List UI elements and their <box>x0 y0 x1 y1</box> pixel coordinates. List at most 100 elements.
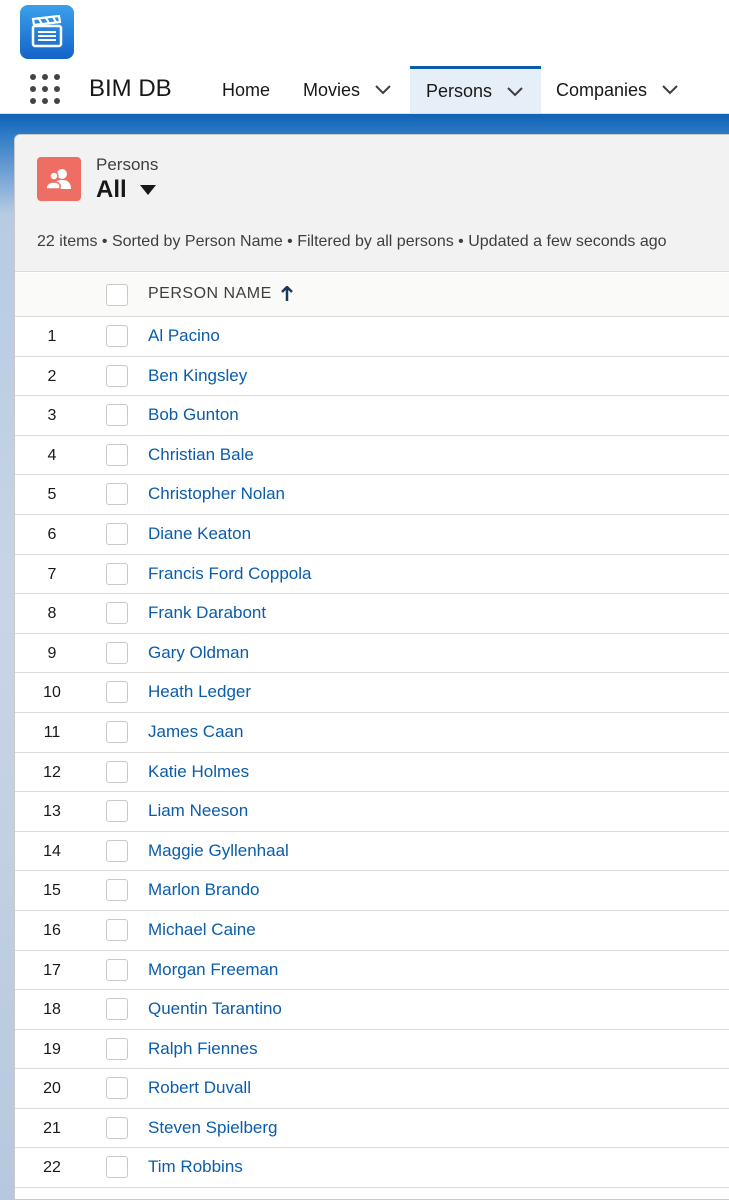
row-checkbox[interactable] <box>106 443 128 466</box>
tab-companies-label: Companies <box>556 79 648 100</box>
table-row: 16 Michael Caine <box>15 911 729 951</box>
person-name-link[interactable]: Quentin Tarantino <box>148 999 282 1019</box>
person-name-link[interactable]: Christopher Nolan <box>148 484 285 504</box>
tab-home-label: Home <box>222 79 271 100</box>
tab-persons-label: Persons <box>426 81 493 101</box>
row-checkbox[interactable] <box>106 1156 128 1179</box>
row-checkbox[interactable] <box>106 483 128 506</box>
person-name-link[interactable]: Al Pacino <box>148 326 220 346</box>
row-checkbox[interactable] <box>106 839 128 862</box>
list-view-card: Persons All 22 items • Sorted by Person … <box>14 134 729 1200</box>
tab-movies[interactable]: Movies <box>303 66 392 114</box>
table-row: 19 Ralph Fiennes <box>15 1030 729 1070</box>
person-name-link[interactable]: Robert Duvall <box>148 1078 251 1098</box>
person-name-link[interactable]: Tim Robbins <box>148 1157 243 1177</box>
app-launcher-icon[interactable] <box>30 74 60 104</box>
person-name-link[interactable]: Diane Keaton <box>148 524 251 544</box>
row-checkbox[interactable] <box>106 404 128 427</box>
row-number: 4 <box>47 446 57 464</box>
row-checkbox[interactable] <box>106 325 128 347</box>
column-header-label: PERSON NAME <box>148 285 272 302</box>
row-checkbox[interactable] <box>106 760 128 783</box>
table-row: 5 Christopher Nolan <box>15 475 729 515</box>
row-checkbox[interactable] <box>106 879 128 902</box>
person-name-link[interactable]: Liam Neeson <box>148 801 248 821</box>
tab-persons[interactable]: Persons <box>410 66 541 114</box>
row-checkbox[interactable] <box>106 998 128 1021</box>
person-name-link[interactable]: Morgan Freeman <box>148 960 278 980</box>
person-name-link[interactable]: Michael Caine <box>148 920 256 940</box>
person-name-link[interactable]: James Caan <box>148 722 243 742</box>
person-name-link[interactable]: Ben Kingsley <box>148 366 247 386</box>
row-number: 7 <box>47 565 57 583</box>
row-checkbox[interactable] <box>106 641 128 664</box>
row-number: 20 <box>43 1080 61 1098</box>
row-number: 6 <box>47 525 57 543</box>
person-name-link[interactable]: Frank Darabont <box>148 603 266 623</box>
list-summary: 22 items • Sorted by Person Name • Filte… <box>37 233 667 250</box>
row-checkbox[interactable] <box>106 364 128 387</box>
tab-home[interactable]: Home <box>222 66 270 114</box>
row-checkbox[interactable] <box>106 562 128 585</box>
clapperboard-icon <box>31 15 63 48</box>
persons-object-icon <box>37 157 81 201</box>
row-checkbox[interactable] <box>106 1077 128 1100</box>
person-name-link[interactable]: Katie Holmes <box>148 762 249 782</box>
table-row: 7 Francis Ford Coppola <box>15 555 729 595</box>
app-logo[interactable] <box>20 5 74 59</box>
chevron-down-icon[interactable] <box>506 86 524 98</box>
tab-movies-label: Movies <box>303 79 361 100</box>
table-row: 9 Gary Oldman <box>15 634 729 674</box>
table-row: 21 Steven Spielberg <box>15 1109 729 1149</box>
table-row: 18 Quentin Tarantino <box>15 990 729 1030</box>
person-name-link[interactable]: Steven Spielberg <box>148 1118 277 1138</box>
caret-down-icon[interactable] <box>139 184 157 196</box>
app-name: BIM DB <box>89 75 172 102</box>
list-view-header: Persons All 22 items • Sorted by Person … <box>15 135 729 272</box>
row-number: 22 <box>43 1159 61 1177</box>
row-number: 21 <box>43 1119 61 1137</box>
person-name-link[interactable]: Gary Oldman <box>148 643 249 663</box>
column-header-person-name[interactable]: PERSON NAME <box>148 285 294 303</box>
row-checkbox[interactable] <box>106 522 128 545</box>
row-number: 5 <box>47 486 57 504</box>
table-row: 15 Marlon Brando <box>15 871 729 911</box>
person-name-link[interactable]: Heath Ledger <box>148 682 251 702</box>
table-row: 8 Frank Darabont <box>15 594 729 634</box>
chevron-down-icon[interactable] <box>661 84 679 96</box>
row-checkbox[interactable] <box>106 602 128 625</box>
row-checkbox[interactable] <box>106 918 128 941</box>
chevron-down-icon[interactable] <box>374 84 392 96</box>
person-name-link[interactable]: Francis Ford Coppola <box>148 564 311 584</box>
object-label: Persons <box>96 155 159 174</box>
row-checkbox[interactable] <box>106 720 128 743</box>
select-all-checkbox[interactable] <box>106 284 128 306</box>
row-checkbox[interactable] <box>106 1116 128 1139</box>
table-row: 11 James Caan <box>15 713 729 753</box>
row-number: 19 <box>43 1040 61 1058</box>
row-number: 11 <box>43 723 61 741</box>
table-row: 14 Maggie Gyllenhaal <box>15 832 729 872</box>
tab-companies[interactable]: Companies <box>556 66 679 114</box>
view-name: All <box>96 176 127 203</box>
person-name-link[interactable]: Ralph Fiennes <box>148 1039 258 1059</box>
row-number: 15 <box>43 882 61 900</box>
row-checkbox[interactable] <box>106 681 128 704</box>
row-number: 12 <box>43 763 61 781</box>
row-number: 3 <box>47 407 57 425</box>
person-name-link[interactable]: Bob Gunton <box>148 405 239 425</box>
table-row: 12 Katie Holmes <box>15 753 729 793</box>
row-checkbox[interactable] <box>106 1037 128 1060</box>
person-name-link[interactable]: Marlon Brando <box>148 880 260 900</box>
list-view-selector[interactable]: All <box>96 176 157 204</box>
table-row: 4 Christian Bale <box>15 436 729 476</box>
table-row: 6 Diane Keaton <box>15 515 729 555</box>
row-number: 8 <box>47 605 57 623</box>
person-name-link[interactable]: Christian Bale <box>148 445 254 465</box>
row-checkbox[interactable] <box>106 958 128 981</box>
row-number: 10 <box>43 684 61 702</box>
people-icon <box>45 169 71 190</box>
table-row: 10 Heath Ledger <box>15 673 729 713</box>
person-name-link[interactable]: Maggie Gyllenhaal <box>148 841 289 861</box>
row-checkbox[interactable] <box>106 800 128 823</box>
